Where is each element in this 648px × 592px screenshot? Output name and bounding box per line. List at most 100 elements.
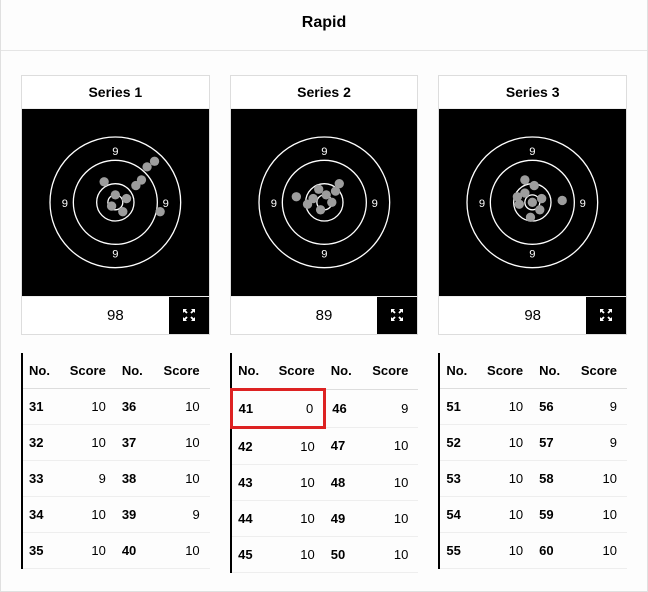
shot-hit [513,192,522,201]
col-no: No. [325,353,361,390]
col-score: Score [361,353,419,390]
expand-button[interactable] [377,297,417,334]
cell-score: 10 [569,532,627,568]
target-svg: 9 9 9 9 [22,109,209,296]
table-row: 54105910 [439,496,627,532]
series-label: Series 3 [439,76,626,109]
cell-no: 45 [231,536,267,572]
series-card-1: Series 1 9 9 9 9 98 [21,75,210,335]
shot-hit [327,198,336,207]
cell-score: 10 [475,532,533,568]
cell-no: 46 [325,389,361,427]
series-cards-row: Series 1 9 9 9 9 98 [1,51,647,353]
cell-no: 35 [22,532,58,568]
svg-text:9: 9 [62,198,68,210]
cell-score: 10 [58,424,116,460]
cell-no: 37 [116,424,152,460]
cell-no: 31 [22,388,58,424]
cell-score: 9 [152,496,210,532]
col-no: No. [116,353,152,389]
cell-score: 10 [361,464,419,500]
table-row: 410469 [231,389,418,427]
table-row: 5210579 [439,424,627,460]
cell-no: 57 [533,424,569,460]
tbody-3: 51105695210579531058105410591055106010 [439,388,627,568]
tbody-2: 41046942104710431048104410491045105010 [231,389,418,572]
cell-score: 10 [475,424,533,460]
target-diagram: 9 9 9 9 [231,109,418,296]
shot-hit [535,205,544,214]
cell-no: 53 [439,460,475,496]
table-row: 3393810 [22,460,210,496]
target-diagram: 9 9 9 9 [22,109,209,296]
svg-text:9: 9 [371,198,377,210]
table-row: 32103710 [22,424,210,460]
cell-no: 40 [116,532,152,568]
cell-no: 42 [231,427,267,464]
cell-no: 52 [439,424,475,460]
cell-no: 48 [325,464,361,500]
col-score: Score [475,353,533,389]
cell-no: 51 [439,388,475,424]
tables-row: No. Score No. Score 31103610321037103393… [1,353,647,591]
table-row: 3410399 [22,496,210,532]
expand-button[interactable] [586,297,626,334]
cell-no: 41 [231,389,267,427]
cell-score: 10 [361,427,419,464]
cell-score: 9 [569,424,627,460]
cell-no: 56 [533,388,569,424]
cell-score: 9 [569,388,627,424]
target-svg: 9 9 9 9 [231,109,418,296]
series-label: Series 2 [231,76,418,109]
cell-no: 34 [22,496,58,532]
cell-score: 0 [267,389,325,427]
series-footer: 89 [231,296,418,334]
cell-score: 10 [152,424,210,460]
series-table-2: No. Score No. Score 41046942104710431048… [230,353,419,573]
cell-score: 10 [267,536,325,572]
cell-no: 50 [325,536,361,572]
page-container: Rapid Series 1 9 9 9 9 98 [0,0,648,592]
shot-hit [537,194,546,203]
cell-no: 60 [533,532,569,568]
cell-score: 10 [475,388,533,424]
expand-button[interactable] [169,297,209,334]
cell-no: 43 [231,464,267,500]
shot-hit [131,181,140,190]
series-footer: 98 [439,296,626,334]
tbody-1: 31103610321037103393810341039935104010 [22,388,210,568]
shot-hit [111,190,120,199]
svg-text:9: 9 [580,198,586,210]
expand-icon [389,307,405,323]
cell-no: 47 [325,427,361,464]
shot-hit [308,194,317,203]
shot-hit [334,179,343,188]
shot-hit [526,213,535,222]
cell-no: 58 [533,460,569,496]
svg-text:9: 9 [112,249,118,261]
table-row: 31103610 [22,388,210,424]
series-footer: 98 [22,296,209,334]
col-no: No. [533,353,569,389]
shot-hit [122,194,131,203]
shot-hit [155,207,164,216]
cell-no: 38 [116,460,152,496]
col-score: Score [58,353,116,389]
cell-no: 39 [116,496,152,532]
cell-score: 10 [58,532,116,568]
shot-hit [291,192,300,201]
series-table-3: No. Score No. Score 51105695210579531058… [438,353,627,573]
cell-score: 10 [475,496,533,532]
shot-hit [142,162,151,171]
cell-score: 10 [267,500,325,536]
shot-hit [521,175,530,184]
series-total: 89 [316,307,333,324]
cell-score: 10 [152,532,210,568]
shot-hit [107,201,116,210]
shot-hit [321,190,330,199]
svg-text:9: 9 [163,198,169,210]
cell-score: 10 [267,464,325,500]
svg-text:9: 9 [321,249,327,261]
svg-text:9: 9 [530,146,536,158]
cell-no: 36 [116,388,152,424]
